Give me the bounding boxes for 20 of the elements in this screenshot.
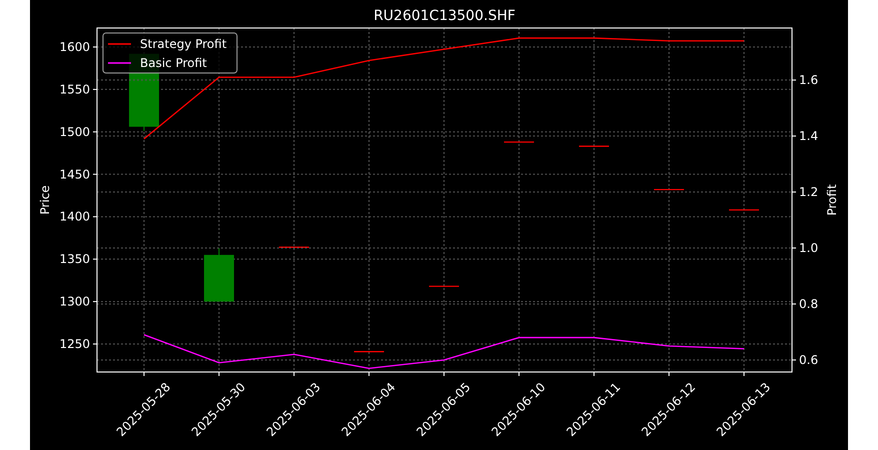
legend-label: Strategy Profit [140, 37, 227, 51]
tick-label: 1250 [59, 337, 90, 351]
axis-label: Price [38, 185, 52, 215]
tick-label: 1.0 [799, 241, 818, 255]
tick-label: 0.8 [799, 296, 818, 311]
tick-label: 1300 [59, 294, 90, 309]
tick-label: 1.6 [799, 73, 818, 88]
tick-label: 1500 [59, 124, 90, 139]
axis-label: Profit [825, 184, 839, 216]
tick-label: 1600 [59, 40, 90, 54]
tick-label: 1550 [59, 82, 90, 96]
tick-label: 1.2 [799, 185, 818, 200]
chart-title: RU2601C13500.SHF [374, 8, 516, 24]
legend-label: Basic Profit [140, 56, 208, 70]
tick-label: 1400 [59, 210, 90, 224]
candle [204, 248, 234, 302]
tick-label: 0.6 [799, 352, 818, 367]
tick-label: 1350 [59, 252, 90, 266]
tick-label: 1450 [59, 167, 90, 182]
tick-label: 1.4 [799, 129, 818, 144]
